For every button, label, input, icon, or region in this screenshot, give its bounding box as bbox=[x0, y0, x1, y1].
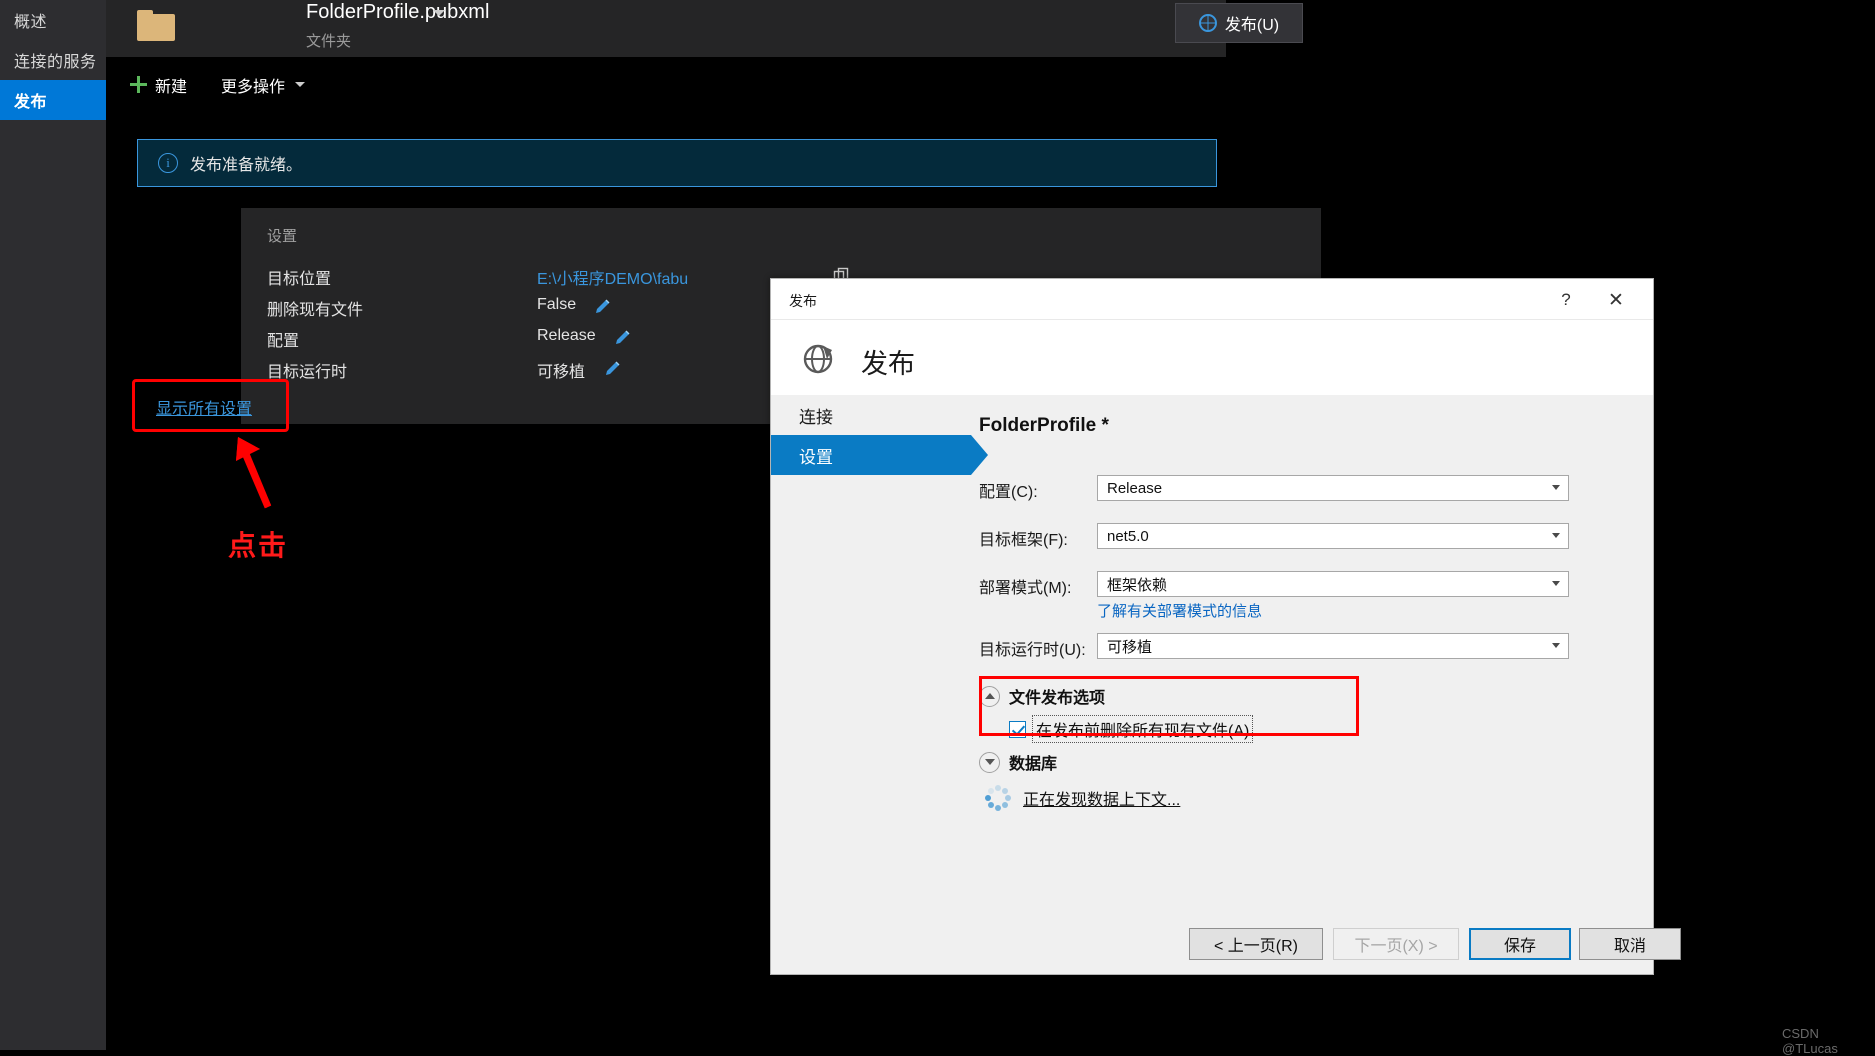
configuration-value: Release bbox=[1107, 479, 1163, 497]
info-bar-message: 发布准备就绪。 bbox=[190, 157, 303, 174]
globe-publish-icon bbox=[799, 338, 839, 378]
sidebar-item-overview[interactable]: 概述 bbox=[0, 0, 106, 40]
show-all-settings-link[interactable]: 显示所有设置 bbox=[156, 395, 252, 419]
deployment-mode-select[interactable]: 框架依赖 bbox=[1097, 571, 1569, 597]
delete-existing-files-checkbox[interactable] bbox=[1009, 720, 1026, 738]
save-button[interactable]: 保存 bbox=[1469, 928, 1571, 960]
dialog-window-title: 发布 bbox=[789, 293, 817, 309]
pencil-edit-icon[interactable] bbox=[604, 360, 622, 378]
dialog-nav: 连接 设置 bbox=[771, 395, 988, 915]
delete-existing-files-label: 在发布前删除所有现有文件(A) bbox=[1032, 715, 1254, 743]
chevron-up-icon bbox=[979, 685, 1000, 707]
setting-label: 删除现有文件 bbox=[267, 302, 364, 319]
chevron-down-icon[interactable] bbox=[433, 10, 445, 16]
setting-label: 目标运行时 bbox=[267, 364, 348, 381]
globe-icon bbox=[1198, 14, 1217, 32]
database-status-text: 正在发现数据上下文... bbox=[1023, 792, 1181, 809]
more-actions-label: 更多操作 bbox=[221, 78, 286, 96]
chevron-down-icon bbox=[1552, 533, 1560, 538]
dialog-footer: < 上一页(R) 下一页(X) > 保存 取消 bbox=[771, 913, 1681, 974]
field-label: 部署模式(M): bbox=[979, 580, 1072, 597]
target-runtime-value: 可移植 bbox=[1107, 638, 1153, 656]
vs-sidebar: 概述 连接的服务 发布 bbox=[0, 0, 106, 1050]
setting-value[interactable]: E:\小程序DEMO\fabu bbox=[537, 265, 688, 289]
folder-icon bbox=[137, 10, 175, 41]
dialog-nav-label: 连接 bbox=[799, 407, 833, 427]
publish-button-label: 发布(U) bbox=[1224, 17, 1280, 34]
annotation-left-text: 点击 bbox=[228, 530, 289, 561]
database-label: 数据库 bbox=[1009, 756, 1058, 773]
sidebar-item-label: 连接的服务 bbox=[14, 54, 97, 71]
field-label: 配置(C): bbox=[979, 484, 1038, 501]
editor-toolbar: 新建 更多操作 bbox=[106, 57, 1226, 112]
settings-card-title: 设置 bbox=[267, 228, 298, 245]
pencil-edit-icon[interactable] bbox=[614, 329, 632, 347]
close-icon[interactable]: ✕ bbox=[1599, 287, 1633, 313]
deployment-mode-value: 框架依赖 bbox=[1107, 576, 1168, 594]
chevron-down-icon bbox=[1552, 643, 1560, 648]
more-actions-button[interactable]: 更多操作 bbox=[221, 73, 306, 97]
target-framework-select[interactable]: net5.0 bbox=[1097, 523, 1569, 549]
plus-icon bbox=[130, 76, 147, 93]
field-label: 目标框架(F): bbox=[979, 532, 1068, 549]
previous-button-label: < 上一页(R) bbox=[1213, 938, 1298, 955]
setting-value: Release bbox=[537, 327, 596, 344]
sidebar-item-label: 概述 bbox=[14, 14, 48, 31]
configuration-select[interactable]: Release bbox=[1097, 475, 1569, 501]
chevron-down-icon bbox=[1552, 581, 1560, 586]
database-status-row: 正在发现数据上下文... bbox=[985, 785, 1180, 811]
next-button: 下一页(X) > bbox=[1333, 928, 1459, 960]
dialog-titlebar: 发布 ? ✕ bbox=[771, 279, 1653, 319]
chevron-down-icon bbox=[979, 751, 1000, 773]
sidebar-item-publish[interactable]: 发布 bbox=[0, 80, 106, 120]
dialog-banner-title: 发布 bbox=[861, 349, 915, 379]
target-framework-value: net5.0 bbox=[1107, 527, 1149, 545]
profile-name: FolderProfile.pubxml bbox=[306, 1, 490, 23]
info-bar: i 发布准备就绪。 bbox=[137, 139, 1217, 187]
deployment-mode-help-link[interactable]: 了解有关部署模式的信息 bbox=[1097, 600, 1262, 621]
profile-header: FolderProfile.pubxml 文件夹 发布(U) bbox=[106, 0, 1303, 57]
publish-button[interactable]: 发布(U) bbox=[1175, 3, 1303, 43]
sidebar-item-connected-services[interactable]: 连接的服务 bbox=[0, 40, 106, 80]
next-button-label: 下一页(X) > bbox=[1354, 938, 1438, 955]
target-runtime-select[interactable]: 可移植 bbox=[1097, 633, 1569, 659]
dialog-nav-item-settings[interactable]: 设置 bbox=[771, 435, 988, 475]
delete-existing-files-checkbox-row[interactable]: 在发布前删除所有现有文件(A) bbox=[1009, 715, 1254, 743]
loading-spinner-icon bbox=[985, 785, 1011, 811]
cancel-button[interactable]: 取消 bbox=[1579, 928, 1681, 960]
setting-value: False bbox=[537, 296, 577, 313]
dialog-body: 连接 设置 FolderProfile * 配置(C): Release 目标框… bbox=[771, 395, 1653, 915]
chevron-down-icon bbox=[1552, 485, 1560, 490]
new-profile-label: 新建 bbox=[155, 78, 188, 96]
dialog-content: FolderProfile * 配置(C): Release 目标框架(F): … bbox=[979, 395, 1653, 915]
field-label: 目标运行时(U): bbox=[979, 642, 1086, 659]
chevron-down-icon bbox=[295, 82, 306, 87]
sidebar-item-label: 发布 bbox=[14, 94, 48, 111]
dialog-nav-item-connection[interactable]: 连接 bbox=[771, 395, 971, 435]
file-publish-options-label: 文件发布选项 bbox=[1009, 690, 1106, 707]
setting-label: 配置 bbox=[267, 333, 300, 350]
csdn-watermark: CSDN @TLucas bbox=[1782, 1026, 1838, 1056]
info-icon: i bbox=[158, 153, 178, 173]
publish-dialog: 发布 ? ✕ 发布 连接 设置 FolderProfile * 配置(C): R… bbox=[770, 278, 1681, 975]
previous-button[interactable]: < 上一页(R) bbox=[1189, 928, 1323, 960]
save-button-label: 保存 bbox=[1503, 938, 1536, 955]
help-icon[interactable]: ? bbox=[1549, 287, 1583, 313]
database-expander[interactable]: 数据库 bbox=[979, 750, 1057, 774]
file-publish-options-expander[interactable]: 文件发布选项 bbox=[979, 684, 1105, 708]
setting-value: 可移植 bbox=[537, 364, 586, 381]
pencil-edit-icon[interactable] bbox=[594, 298, 612, 316]
cancel-button-label: 取消 bbox=[1613, 938, 1646, 955]
profile-subtitle: 文件夹 bbox=[306, 33, 352, 50]
new-profile-button[interactable]: 新建 bbox=[130, 73, 187, 97]
setting-label: 目标位置 bbox=[267, 271, 332, 288]
dialog-profile-title: FolderProfile * bbox=[979, 415, 1109, 436]
dialog-nav-label: 设置 bbox=[799, 447, 833, 467]
dialog-banner: 发布 bbox=[771, 319, 1653, 395]
